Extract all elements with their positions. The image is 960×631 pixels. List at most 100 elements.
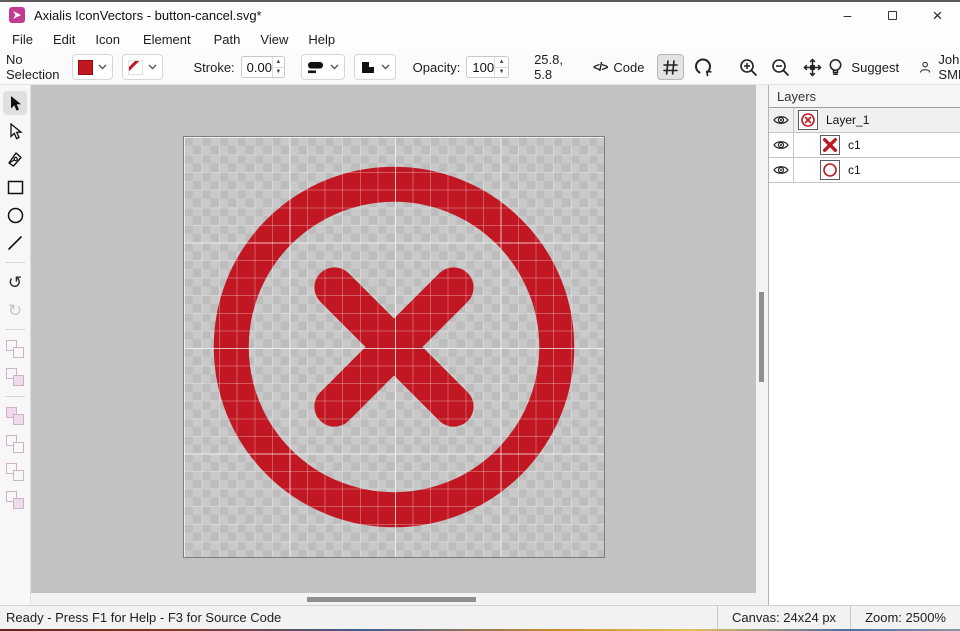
suggest-button[interactable]: Suggest <box>827 58 899 77</box>
visibility-toggle[interactable] <box>769 108 794 132</box>
menu-file[interactable]: File <box>2 30 43 49</box>
cancel-icon-artwork <box>184 137 604 557</box>
menu-edit[interactable]: Edit <box>43 30 85 49</box>
union-button[interactable] <box>3 404 27 428</box>
select-tool[interactable] <box>3 91 27 115</box>
layer-row-c1-x[interactable]: c1 <box>769 133 960 158</box>
vertical-scrollbar-thumb[interactable] <box>759 292 764 382</box>
close-button[interactable]: × <box>915 2 960 28</box>
line-join-dropdown[interactable] <box>354 54 396 80</box>
spin-down-icon[interactable]: ▼ <box>495 68 508 78</box>
cursor-coordinates: 25.8, 5.8 <box>534 52 563 82</box>
line-cap-dropdown[interactable] <box>301 54 345 80</box>
intersect-button[interactable] <box>3 460 27 484</box>
zoom-in-icon <box>739 58 758 77</box>
lightbulb-icon <box>827 58 844 77</box>
rotate-view-button[interactable] <box>689 54 718 80</box>
layer-list: Layer_1 c1 <box>769 107 960 183</box>
stroke-color-dropdown[interactable] <box>122 54 163 80</box>
window-controls: – × <box>825 2 960 28</box>
spin-up-icon[interactable]: ▲ <box>495 57 508 68</box>
spin-up-icon[interactable]: ▲ <box>273 57 284 68</box>
code-label: Code <box>613 60 644 75</box>
redo-button[interactable]: ↻ <box>3 298 27 322</box>
grid-toggle-button[interactable] <box>657 54 684 80</box>
direct-select-arrow-icon <box>7 123 23 140</box>
bring-forward-button[interactable] <box>3 337 27 361</box>
layer-row-c1-circle[interactable]: c1 <box>769 158 960 183</box>
intersect-icon <box>6 463 24 481</box>
maximize-button[interactable] <box>870 2 915 28</box>
overlap-squares-icon <box>6 340 24 358</box>
direct-select-tool[interactable] <box>3 119 27 143</box>
user-account-button[interactable]: John SMITH <box>919 52 960 82</box>
opacity-value: 100 <box>467 57 494 77</box>
zoom-out-icon <box>771 58 790 77</box>
status-message: Ready - Press F1 for Help - F3 for Sourc… <box>6 610 281 625</box>
send-backward-button[interactable] <box>3 365 27 389</box>
menu-help[interactable]: Help <box>298 30 345 49</box>
zoom-out-button[interactable] <box>766 54 795 80</box>
rail-separator <box>5 396 25 397</box>
stroke-width-value: 0.00 <box>242 57 272 77</box>
pen-nib-icon <box>6 150 24 168</box>
canvas[interactable] <box>183 136 605 558</box>
maximize-icon <box>888 11 897 20</box>
eye-icon <box>773 114 789 126</box>
chevron-down-icon <box>381 64 390 70</box>
layer-row-layer1[interactable]: Layer_1 <box>769 108 960 133</box>
grid-icon <box>663 60 678 75</box>
center-view-button[interactable] <box>798 54 827 80</box>
spinner-arrows[interactable]: ▲ ▼ <box>494 57 508 77</box>
opacity-label: Opacity: <box>413 60 461 75</box>
chevron-down-icon <box>148 64 157 70</box>
select-arrow-icon <box>7 95 23 112</box>
layer-thumbnail <box>820 135 840 155</box>
zoom-in-button[interactable] <box>734 54 763 80</box>
subtract-button[interactable] <box>3 432 27 456</box>
rectangle-icon <box>7 180 24 195</box>
app-logo-icon <box>9 7 25 23</box>
layers-panel-title: Layers <box>769 85 960 107</box>
menu-view[interactable]: View <box>250 30 298 49</box>
circle-thumb-icon <box>822 162 838 178</box>
line-tool[interactable] <box>3 231 27 255</box>
stroke-color-swatch <box>128 60 143 75</box>
layer-name: c1 <box>848 163 861 177</box>
rail-separator <box>5 262 25 263</box>
zoom-level-info: Zoom: 2500% <box>850 606 960 629</box>
layer-name: Layer_1 <box>826 113 869 127</box>
fill-color-dropdown[interactable] <box>72 54 113 80</box>
layer-thumbnail <box>798 110 818 130</box>
opacity-spinner[interactable]: 100 ▲ ▼ <box>466 56 509 78</box>
undo-button[interactable]: ↺ <box>3 270 27 294</box>
layers-panel: Layers Layer_1 <box>768 85 960 605</box>
vertical-scrollbar[interactable] <box>756 85 768 605</box>
visibility-toggle[interactable] <box>769 133 794 157</box>
spinner-arrows[interactable]: ▲ ▼ <box>272 57 284 77</box>
code-button[interactable]: </> Code <box>588 54 649 80</box>
ellipse-tool[interactable] <box>3 203 27 227</box>
horizontal-scrollbar[interactable] <box>31 593 756 605</box>
chevron-down-icon <box>330 64 339 70</box>
stroke-width-spinner[interactable]: 0.00 ▲ ▼ <box>241 56 285 78</box>
menu-path[interactable]: Path <box>204 30 251 49</box>
horizontal-scrollbar-thumb[interactable] <box>307 597 476 602</box>
ellipse-icon <box>7 207 24 224</box>
menu-element[interactable]: Element <box>130 30 204 49</box>
exclude-button[interactable] <box>3 488 27 512</box>
workspace[interactable] <box>31 85 756 593</box>
visibility-toggle[interactable] <box>769 158 794 182</box>
rail-separator <box>5 329 25 330</box>
spin-down-icon[interactable]: ▼ <box>273 68 284 78</box>
suggest-label: Suggest <box>851 60 899 75</box>
code-icon: </> <box>593 60 607 74</box>
rectangle-tool[interactable] <box>3 175 27 199</box>
chevron-down-icon <box>98 64 107 70</box>
pen-tool[interactable] <box>3 147 27 171</box>
status-bar: Ready - Press F1 for Help - F3 for Sourc… <box>0 605 960 629</box>
status-right: Canvas: 24x24 px Zoom: 2500% <box>717 606 960 629</box>
minimize-button[interactable]: – <box>825 2 870 28</box>
eye-icon <box>773 139 789 151</box>
menu-icon[interactable]: Icon <box>85 30 130 49</box>
